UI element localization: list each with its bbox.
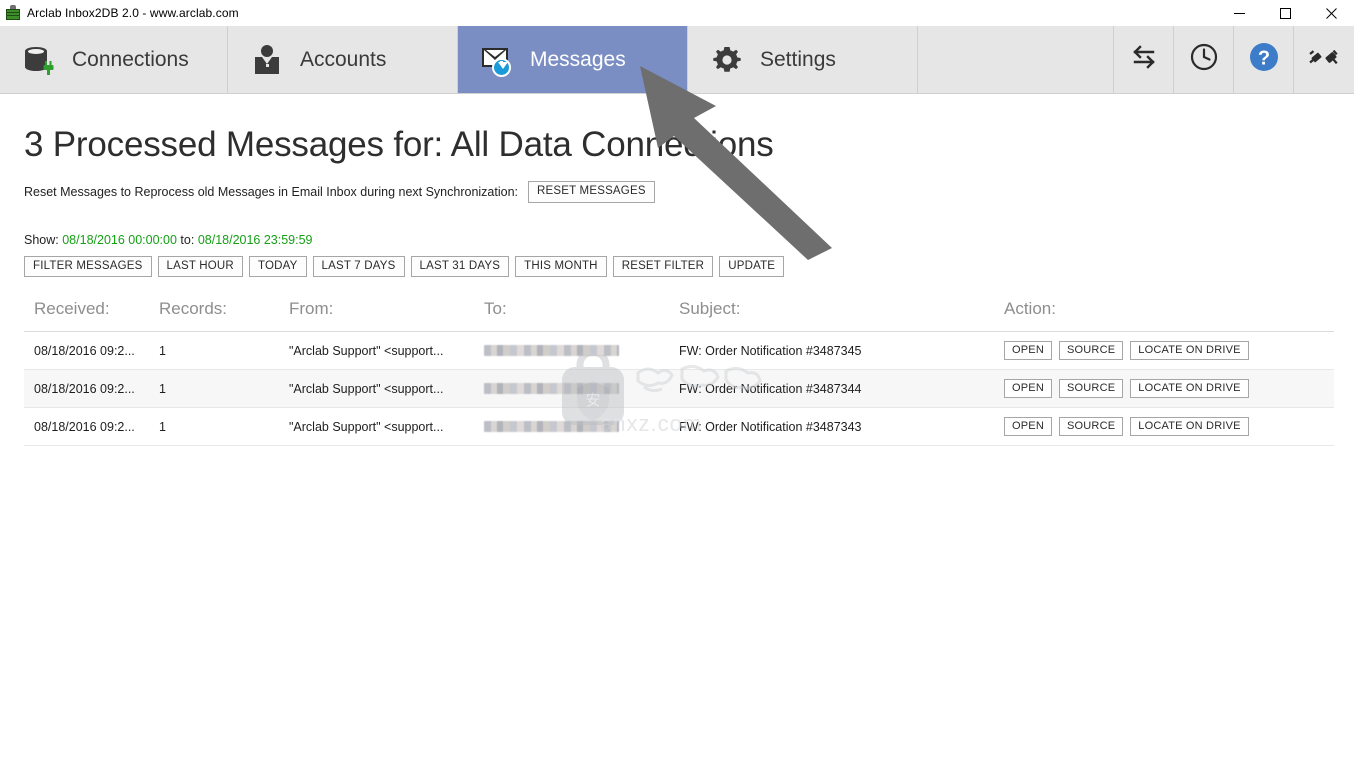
source-button[interactable]: SOURCE [1058,341,1124,360]
maximize-button[interactable] [1262,0,1308,26]
tab-label: Settings [760,47,836,71]
cell-received: 08/18/2016 09:2... [24,407,159,446]
messages-table: Received: Records: From: To: Subject: Ac… [24,299,1334,446]
tab-label: Connections [72,47,189,71]
column-header-action: Action: [1004,299,1334,332]
redaction-blur [484,345,619,356]
title-bar: Arclab Inbox2DB 2.0 - www.arclab.com [0,0,1354,26]
reset-messages-label: Reset Messages to Reprocess old Messages… [24,184,519,199]
minimize-button[interactable] [1216,0,1262,26]
source-button[interactable]: SOURCE [1058,417,1124,436]
help-question-icon: ? [1248,41,1280,78]
disconnect-button[interactable] [1294,26,1354,93]
column-header-received[interactable]: Received: [24,299,159,332]
cell-action: OPEN SOURCE LOCATE ON DRIVE [1004,369,1334,408]
this-month-button[interactable]: THIS MONTH [515,255,607,277]
redaction-blur [484,421,619,432]
column-header-subject[interactable]: Subject: [679,299,1004,332]
cell-subject: FW: Order Notification #3487344 [679,369,1004,408]
last-31-days-button[interactable]: LAST 31 DAYS [410,255,510,277]
last-hour-button[interactable]: LAST HOUR [157,255,243,277]
update-button[interactable]: UPDATE [719,255,785,277]
tab-connections[interactable]: Connections [0,26,228,93]
tab-messages[interactable]: Messages [458,26,688,93]
main-tab-bar: Connections Accounts Messages Settings ? [0,26,1354,94]
filter-messages-button[interactable]: FILTER MESSAGES [24,255,152,277]
locate-on-drive-button[interactable]: LOCATE ON DRIVE [1130,379,1249,398]
column-header-records[interactable]: Records: [159,299,289,332]
close-button[interactable] [1308,0,1354,26]
today-button[interactable]: TODAY [248,255,307,277]
cell-from: "Arclab Support" <support... [289,407,484,446]
cell-records: 1 [159,331,289,370]
window-title: Arclab Inbox2DB 2.0 - www.arclab.com [27,6,239,20]
column-header-to[interactable]: To: [484,299,679,332]
reset-messages-row: Reset Messages to Reprocess old Messages… [24,181,1354,203]
cell-action: OPEN SOURCE LOCATE ON DRIVE [1004,331,1334,370]
open-button[interactable]: OPEN [1004,341,1052,360]
cell-records: 1 [159,407,289,446]
cell-received: 08/18/2016 09:2... [24,331,159,370]
cell-from: "Arclab Support" <support... [289,369,484,408]
column-header-from[interactable]: From: [289,299,484,332]
cell-records: 1 [159,369,289,408]
svg-text:?: ? [1257,48,1269,70]
user-account-icon [250,43,284,77]
main-content: 3 Processed Messages for: All Data Conne… [0,125,1354,446]
cell-received: 08/18/2016 09:2... [24,369,159,408]
reset-messages-button[interactable]: RESET MESSAGES [528,181,655,203]
database-connection-icon [22,43,56,77]
cell-from: "Arclab Support" <support... [289,331,484,370]
history-button[interactable] [1174,26,1234,93]
envelope-download-icon [480,43,514,77]
open-button[interactable]: OPEN [1004,417,1052,436]
tab-label: Accounts [300,47,387,71]
tab-label: Messages [530,47,626,71]
locate-on-drive-button[interactable]: LOCATE ON DRIVE [1130,341,1249,360]
show-middle-label: to: [180,232,195,247]
clock-icon [1189,42,1219,77]
show-prefix-label: Show: [24,232,59,247]
cell-subject: FW: Order Notification #3487345 [679,331,1004,370]
table-header-row: Received: Records: From: To: Subject: Ac… [24,299,1334,332]
cell-to-redacted [484,407,679,446]
table-row[interactable]: 08/18/2016 09:2... 1 "Arclab Support" <s… [24,331,1334,370]
reset-filter-button[interactable]: RESET FILTER [612,255,714,277]
locate-on-drive-button[interactable]: LOCATE ON DRIVE [1130,417,1249,436]
tab-bar-spacer [918,26,1114,93]
date-range-from: 08/18/2016 00:00:00 [62,232,177,247]
cell-to-redacted [484,369,679,408]
table-row[interactable]: 08/18/2016 09:2... 1 "Arclab Support" <s… [24,369,1334,408]
plug-disconnect-icon [1309,42,1339,77]
gear-icon [710,43,744,77]
last-7-days-button[interactable]: LAST 7 DAYS [312,255,405,277]
open-button[interactable]: OPEN [1004,379,1052,398]
sync-button[interactable] [1114,26,1174,93]
cell-action: OPEN SOURCE LOCATE ON DRIVE [1004,407,1334,446]
cell-subject: FW: Order Notification #3487343 [679,407,1004,446]
redaction-blur [484,383,619,394]
sync-arrows-icon [1129,44,1159,75]
date-range-row: Show: 08/18/2016 00:00:00 to: 08/18/2016… [24,233,1354,247]
tab-settings[interactable]: Settings [688,26,918,93]
date-range-to: 08/18/2016 23:59:59 [197,232,313,247]
page-title: 3 Processed Messages for: All Data Conne… [24,125,774,164]
cell-to-redacted [484,331,679,370]
window-controls [1216,0,1354,26]
tab-accounts[interactable]: Accounts [228,26,458,93]
source-button[interactable]: SOURCE [1058,379,1124,398]
app-icon [5,5,21,21]
filter-button-row: FILTER MESSAGES LAST HOUR TODAY LAST 7 D… [24,255,1354,277]
help-button[interactable]: ? [1234,26,1294,93]
table-row[interactable]: 08/18/2016 09:2... 1 "Arclab Support" <s… [24,407,1334,446]
